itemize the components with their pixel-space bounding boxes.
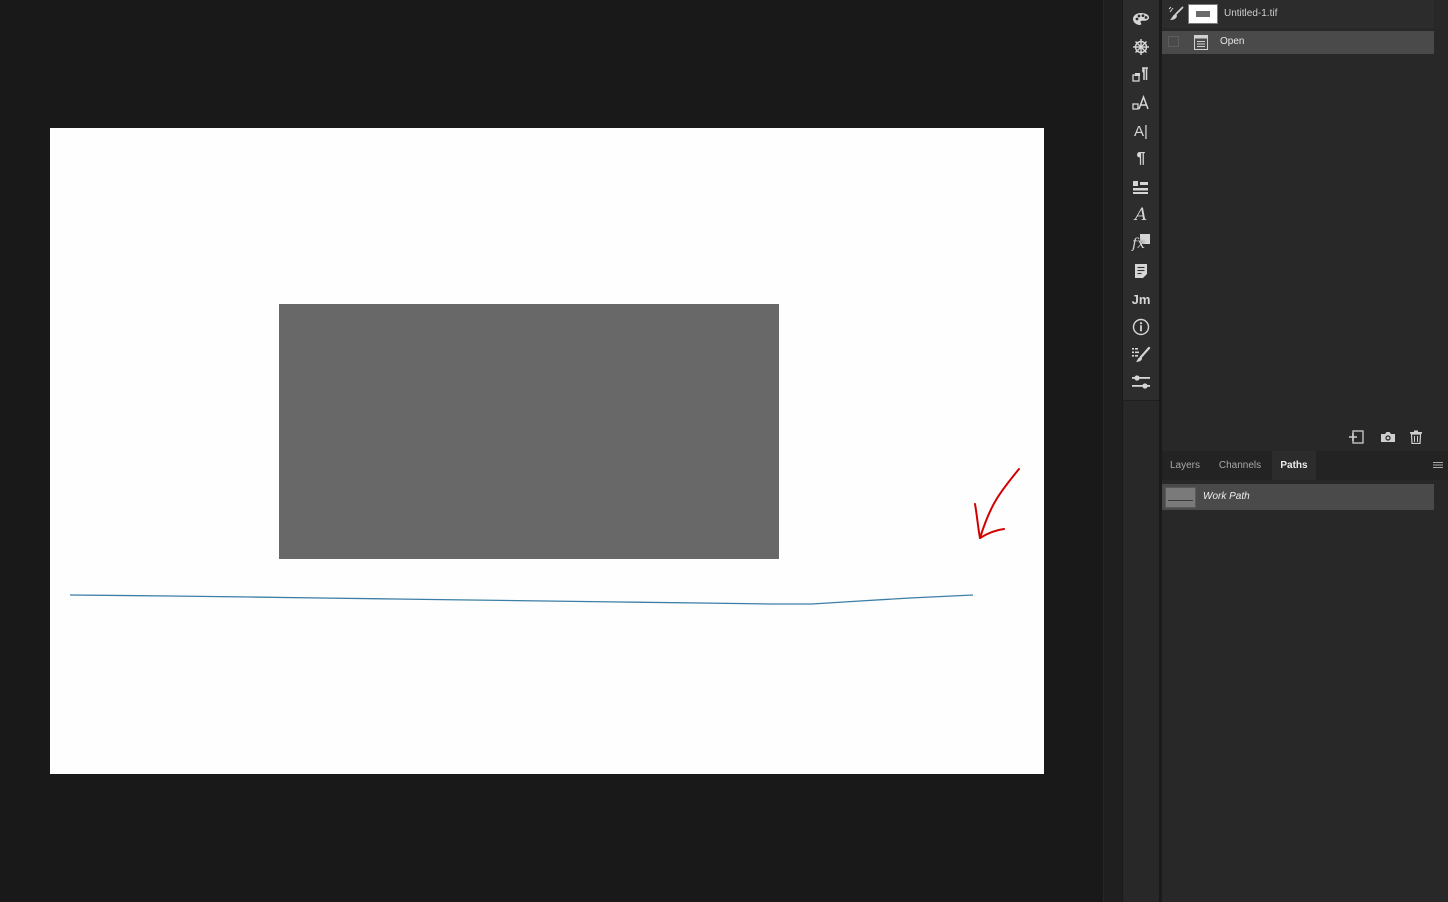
notes-icon[interactable]	[1131, 261, 1151, 281]
properties-icon[interactable]	[1131, 373, 1151, 393]
history-state-open[interactable]: Open	[1162, 31, 1434, 54]
canvas-overlay	[69, 468, 1020, 605]
panel-menu-icon[interactable]	[1432, 459, 1444, 471]
styles-icon[interactable]: fx	[1131, 233, 1151, 253]
brush-settings-icon[interactable]	[1131, 345, 1151, 365]
right-panel-column: Untitled-1.tif Open Layers Channels Path…	[1162, 0, 1448, 902]
trash-icon	[1410, 430, 1422, 444]
history-source-checkbox[interactable]	[1168, 36, 1179, 47]
styles-glyph: fx	[1132, 236, 1146, 252]
snapshot-thumbnail	[1188, 4, 1218, 24]
path-name: Work Path	[1203, 491, 1250, 502]
icon-strip-dock: A| ¶ A fx Jm	[1123, 0, 1159, 401]
character-glyph: A|	[1134, 122, 1148, 140]
tab-layers[interactable]: Layers	[1162, 451, 1208, 480]
navigator-icon[interactable]	[1131, 37, 1151, 57]
history-state-label: Open	[1220, 36, 1245, 47]
history-document-icon	[1194, 35, 1208, 50]
panel-icon-strip: A| ¶ A fx Jm	[1122, 0, 1159, 902]
work-path-line[interactable]	[69, 594, 974, 605]
character-icon[interactable]: A|	[1131, 121, 1151, 141]
panel-gutter	[1103, 0, 1122, 902]
document-workspace[interactable]	[0, 0, 1103, 902]
measurement-log-icon[interactable]: Jm	[1131, 289, 1151, 309]
info-icon[interactable]	[1131, 317, 1151, 337]
camera-icon	[1381, 432, 1395, 442]
create-snapshot-button[interactable]	[1379, 428, 1397, 446]
paragraph-icon[interactable]: ¶	[1131, 149, 1151, 169]
snapshot-name: Untitled-1.tif	[1224, 8, 1278, 19]
new-document-icon	[1349, 430, 1364, 444]
glyphs-icon[interactable]: A	[1131, 205, 1151, 225]
tab-paths[interactable]: Paths	[1272, 451, 1316, 480]
delete-state-button[interactable]	[1407, 428, 1425, 446]
paragraph-glyph: ¶	[1136, 150, 1146, 167]
path-item-work-path[interactable]: Work Path	[1162, 484, 1434, 510]
glyphs-glyph: A	[1134, 204, 1148, 225]
color-palette-icon[interactable]	[1131, 9, 1151, 29]
new-document-from-state-button[interactable]	[1347, 428, 1365, 446]
paragraph-styles-icon[interactable]	[1131, 93, 1151, 113]
3d-icon[interactable]	[1131, 177, 1151, 197]
character-styles-icon[interactable]	[1131, 65, 1151, 85]
panel-tab-bar: Layers Channels Paths	[1162, 451, 1448, 480]
history-brush-source-icon[interactable]	[1168, 6, 1184, 22]
history-footer	[1162, 424, 1448, 450]
path-thumbnail	[1165, 487, 1196, 508]
history-snapshot-row[interactable]: Untitled-1.tif	[1162, 0, 1434, 28]
red-annotation-arrow	[974, 468, 1020, 539]
styles-icon-badge: fx	[1132, 234, 1150, 252]
tab-channels[interactable]: Channels	[1212, 451, 1268, 480]
history-panel: Untitled-1.tif Open	[1162, 0, 1448, 451]
paths-panel: Layers Channels Paths Work Path	[1162, 451, 1448, 902]
measurement-glyph: Jm	[1131, 291, 1151, 307]
